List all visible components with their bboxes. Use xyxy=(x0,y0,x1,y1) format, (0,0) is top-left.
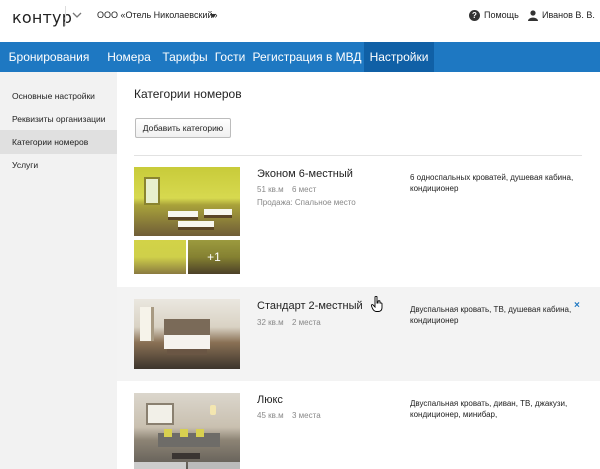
main-nav: Бронирования Номера Тарифы Гости Регистр… xyxy=(0,42,600,72)
category-photo-economy[interactable] xyxy=(134,167,240,236)
user-icon[interactable] xyxy=(528,10,538,21)
category-photo-standard[interactable] xyxy=(134,299,240,369)
kontur-logo[interactable]: контур xyxy=(12,8,72,27)
nav-bookings[interactable]: Бронирования xyxy=(0,42,98,72)
delete-category-icon[interactable]: × xyxy=(574,300,580,311)
organization-selector[interactable]: ООО «Отель Николаевский» xyxy=(97,10,218,20)
sidebar-item-organization-details[interactable]: Реквизиты организации xyxy=(0,107,117,131)
nav-rates[interactable]: Тарифы xyxy=(160,42,210,72)
help-link[interactable]: Помощь xyxy=(484,10,519,20)
nav-registration-mvd[interactable]: Регистрация в МВД xyxy=(250,42,364,72)
category-area: 32 кв.м xyxy=(257,318,284,327)
category-thumbnail-economy-1[interactable] xyxy=(134,240,186,274)
add-category-button[interactable]: Добавить категорию xyxy=(135,118,231,138)
logo-divider xyxy=(65,6,66,26)
help-icon[interactable]: ? xyxy=(469,10,480,21)
sidebar-item-room-categories[interactable]: Категории номеров xyxy=(0,130,117,154)
settings-sidebar: Основные настройки Реквизиты организации… xyxy=(0,72,117,469)
nav-guests[interactable]: Гости xyxy=(210,42,250,72)
category-description: Двуспальная кровать, диван, ТВ, джакузи,… xyxy=(410,399,568,419)
hand-cursor-icon xyxy=(371,296,383,312)
category-thumbnail-lux-2[interactable] xyxy=(188,462,240,469)
category-thumbnail-lux-1[interactable] xyxy=(134,462,186,469)
sidebar-item-services[interactable]: Услуги xyxy=(0,153,117,177)
nav-rooms[interactable]: Номера xyxy=(98,42,160,72)
products-chevron-icon[interactable] xyxy=(71,9,83,21)
category-name[interactable]: Эконом 6-местный xyxy=(257,168,353,180)
category-capacity: 3 места xyxy=(292,411,321,420)
sidebar-item-general-settings[interactable]: Основные настройки xyxy=(0,84,117,108)
category-capacity: 6 мест xyxy=(292,185,317,194)
category-area: 51 кв.м xyxy=(257,185,284,194)
category-area: 45 кв.м xyxy=(257,411,284,420)
category-capacity: 2 места xyxy=(292,318,321,327)
category-description: Двуспальная кровать, ТВ, душевая кабина,… xyxy=(410,305,572,325)
user-menu[interactable]: Иванов В. В. xyxy=(542,10,595,20)
category-description: 6 односпальных кроватей, душевая кабина,… xyxy=(410,173,574,193)
category-name[interactable]: Люкс xyxy=(257,394,283,406)
page-title: Категории номеров xyxy=(134,87,242,101)
nav-settings[interactable]: Настройки xyxy=(364,42,434,72)
divider xyxy=(134,155,582,156)
category-thumbnail-economy-2[interactable]: +1 xyxy=(188,240,240,274)
top-bar: контур ООО «Отель Николаевский» ? Помощь… xyxy=(0,0,600,34)
more-photos-count: +1 xyxy=(207,250,221,264)
category-name[interactable]: Стандарт 2-местный xyxy=(257,300,363,312)
organization-caret-icon[interactable] xyxy=(210,14,216,18)
category-sale-note: Продажа: Спальное место xyxy=(257,198,356,207)
category-photo-lux[interactable] xyxy=(134,393,240,469)
